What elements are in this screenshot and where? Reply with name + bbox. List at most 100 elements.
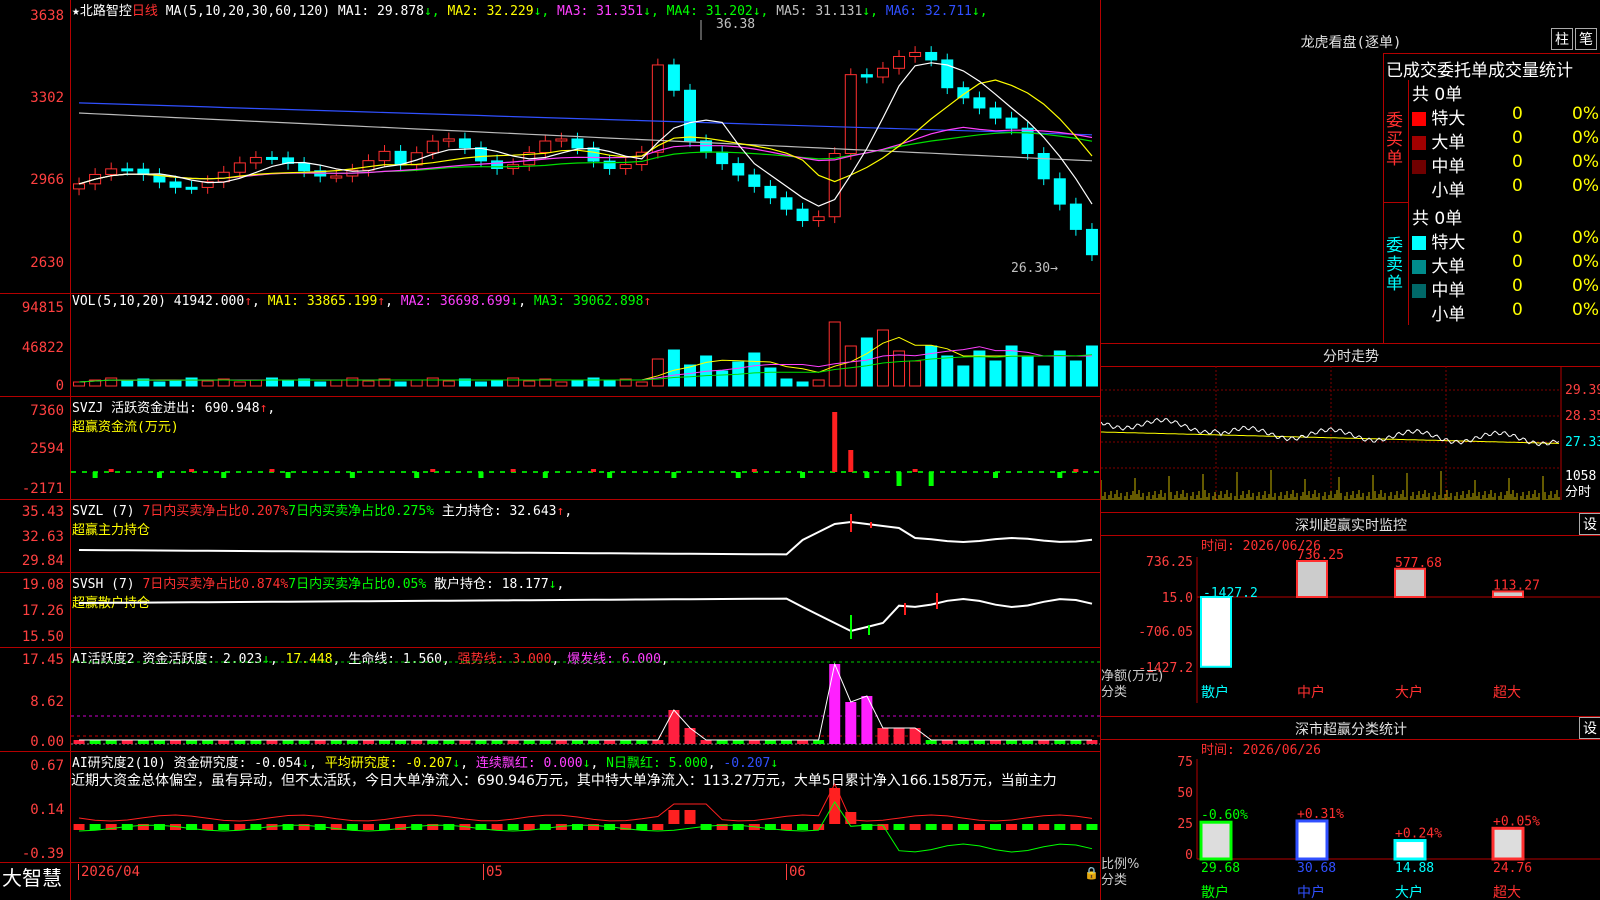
svzl-chart[interactable] bbox=[71, 500, 1100, 572]
research-bar bbox=[234, 824, 246, 830]
candle bbox=[925, 51, 938, 61]
research-bar bbox=[1070, 824, 1082, 830]
candle bbox=[876, 67, 889, 78]
ma4-line bbox=[78, 131, 1093, 185]
candlestick-chart[interactable]: 36.38 26.30→ bbox=[71, 0, 1100, 293]
ma1-line bbox=[78, 62, 1093, 207]
y-label: 35.43 bbox=[21, 504, 64, 520]
activity-bar bbox=[973, 740, 985, 744]
monitor-title: 深圳超赢实时监控 bbox=[1295, 518, 1407, 534]
activity-bar bbox=[507, 740, 519, 744]
activity-bar bbox=[604, 740, 616, 744]
research-bar bbox=[1038, 824, 1050, 830]
swatch-icon bbox=[1412, 236, 1426, 250]
lock-icon[interactable]: 🔒 bbox=[1084, 866, 1099, 880]
candle bbox=[426, 140, 439, 154]
volume-bar bbox=[121, 380, 134, 387]
research-bar bbox=[925, 824, 937, 830]
row-percent: 0% bbox=[1572, 276, 1599, 296]
category-label: 超大 bbox=[1493, 685, 1521, 701]
price-pane[interactable]: ★北路智控日线 MA(5,10,20,30,60,120) MA1: 29.87… bbox=[0, 0, 1100, 294]
category-label: 中户 bbox=[1297, 684, 1325, 701]
y-label: 19.08 bbox=[21, 577, 64, 593]
ma6-line bbox=[78, 102, 1093, 136]
candle bbox=[378, 150, 391, 162]
svzj-bar bbox=[864, 472, 870, 478]
volume-chart[interactable] bbox=[71, 294, 1100, 396]
svzj-bar bbox=[1073, 469, 1079, 472]
research-bar bbox=[684, 810, 696, 824]
svzj-bar bbox=[430, 469, 436, 472]
class-y: 75 bbox=[1177, 755, 1193, 770]
ma3-line bbox=[78, 126, 1093, 185]
candle bbox=[684, 89, 697, 142]
candle bbox=[796, 208, 809, 222]
research-bar bbox=[652, 824, 664, 830]
volume-bar bbox=[876, 329, 889, 387]
row-volume: 0 bbox=[1512, 300, 1523, 320]
volume-pane[interactable]: VOL(5,10,20) 41942.000↑, MA1: 33865.199↑… bbox=[0, 294, 1100, 397]
class-time: 时间: 2026/06/26 bbox=[1201, 743, 1321, 758]
monitor-settings-button[interactable]: 设 bbox=[1579, 513, 1600, 535]
monitor-left-1: 净额(万元) bbox=[1101, 669, 1163, 684]
tab-bar[interactable]: 柱 bbox=[1551, 28, 1573, 50]
y-label: 0.67 bbox=[30, 758, 64, 774]
svzj-bar bbox=[896, 472, 902, 486]
svzl-pane[interactable]: SVZL (7) 7日内买卖净占比0.207%7日内买卖净占比0.275% 主力… bbox=[0, 500, 1100, 573]
y-label: 32.63 bbox=[21, 529, 64, 545]
candle bbox=[764, 185, 777, 199]
svzj-bar bbox=[591, 469, 597, 472]
svzj-bar bbox=[189, 469, 195, 472]
row-percent: 0% bbox=[1572, 128, 1599, 148]
activity-bar bbox=[523, 740, 535, 744]
candle bbox=[362, 160, 375, 171]
row-label: 中单 bbox=[1431, 281, 1466, 301]
volume-bar bbox=[73, 381, 86, 387]
class-settings-button[interactable]: 设 bbox=[1579, 717, 1600, 739]
activity-bar bbox=[250, 740, 262, 744]
activity-bar bbox=[1070, 740, 1082, 744]
intraday-title: 分时走势 bbox=[1323, 349, 1379, 365]
svzj-pane[interactable]: SVZJ 活跃资金进出: 690.948↑, 超赢资金流(万元) 7360 25… bbox=[0, 397, 1100, 500]
activity-bar bbox=[571, 740, 583, 744]
svsh-pane[interactable]: SVSH (7) 7日内买卖净占比0.874%7日内买卖净占比0.05% 散户持… bbox=[0, 573, 1100, 648]
activity-bar bbox=[588, 740, 600, 744]
class-title: 深市超赢分类统计 bbox=[1295, 722, 1407, 738]
activity-bar bbox=[1054, 740, 1066, 744]
activity-bar bbox=[105, 740, 117, 744]
class-chart[interactable]: 时间: 2026/06/26 75 50 25 0 -0.60% 29.68 散户 +… bbox=[1101, 739, 1600, 900]
volume-bar bbox=[394, 381, 407, 387]
candle bbox=[748, 174, 761, 187]
volume-bar bbox=[764, 367, 777, 387]
svsh-chart[interactable] bbox=[71, 573, 1100, 647]
research-bar bbox=[668, 810, 680, 824]
activity-bar bbox=[379, 740, 391, 744]
activity-bar bbox=[877, 728, 889, 744]
ai-activity-pane[interactable]: AI活跃度2 资金活跃度: 2.023↓, 17.448, 生命线: 1.560… bbox=[0, 648, 1100, 752]
activity-bar bbox=[652, 740, 664, 744]
activity-bar bbox=[989, 740, 1001, 744]
activity-bar bbox=[443, 740, 455, 744]
svzj-bar bbox=[912, 469, 918, 472]
sell-row: 特大 bbox=[1412, 228, 1465, 253]
candle bbox=[105, 168, 118, 175]
activity-bar bbox=[700, 740, 712, 744]
ai-research-pane[interactable]: AI研究度2(10) 资金研究度: -0.054↓, 平均研究度: -0.207… bbox=[0, 752, 1100, 863]
tab-tick[interactable]: 笔 bbox=[1575, 28, 1597, 50]
candle bbox=[233, 162, 246, 173]
chart-area[interactable]: ★北路智控日线 MA(5,10,20,30,60,120) MA1: 29.87… bbox=[0, 0, 1100, 900]
intraday-chart[interactable]: 29.39 28.35 27.33 1058 分时 bbox=[1101, 366, 1600, 510]
monitor-left-2: 分类 bbox=[1101, 685, 1127, 700]
ai-research-chart[interactable] bbox=[71, 752, 1100, 862]
volume-bar bbox=[587, 377, 600, 387]
activity-bar bbox=[925, 740, 937, 744]
sell-side-label: 委卖单 bbox=[1386, 236, 1403, 294]
research-bar bbox=[845, 812, 857, 824]
volume-bar bbox=[410, 379, 423, 387]
ai-activity-chart[interactable] bbox=[71, 648, 1100, 751]
monitor-chart[interactable]: 时间: 2026/06/26 736.25 15.0 -706.05 -1427… bbox=[1101, 535, 1600, 715]
low-label: 26.30→ bbox=[1011, 261, 1058, 276]
x-label: 05 bbox=[483, 864, 503, 880]
candle bbox=[458, 138, 471, 149]
svzj-chart[interactable] bbox=[71, 397, 1100, 499]
